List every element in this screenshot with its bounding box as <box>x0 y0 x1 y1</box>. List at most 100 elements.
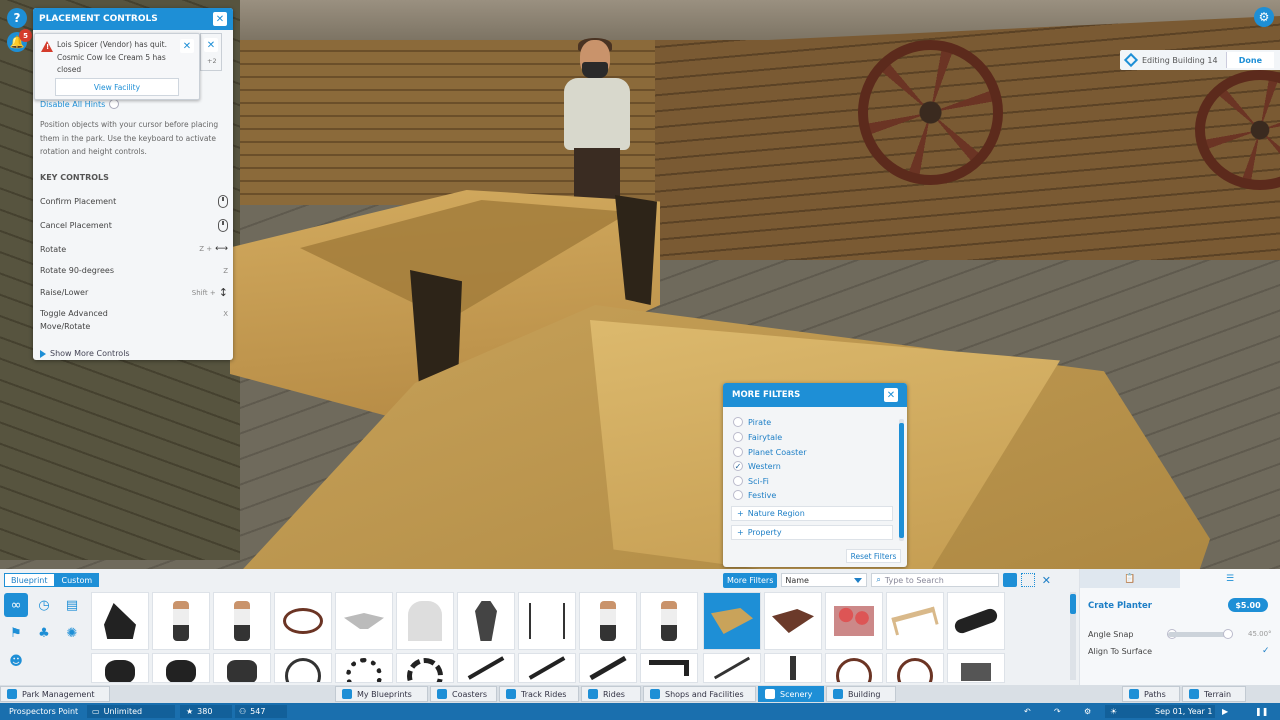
scenery-item[interactable] <box>886 592 944 650</box>
scenery-item[interactable] <box>457 592 515 650</box>
pause-button[interactable]: ❚❚ <box>1255 703 1268 720</box>
filter-option[interactable]: ✓ Western <box>733 461 781 471</box>
filter-option[interactable]: Planet Coaster <box>733 447 807 457</box>
scenery-item[interactable] <box>152 653 210 683</box>
control-label: Confirm Placement <box>40 197 117 206</box>
filter-option[interactable]: Pirate <box>733 417 771 427</box>
scenery-item[interactable] <box>91 592 149 650</box>
scenery-item[interactable] <box>518 653 576 683</box>
close-filters-button[interactable]: ✕ <box>884 388 898 402</box>
nav-terrain[interactable]: Terrain <box>1182 686 1246 702</box>
large-grid-icon[interactable] <box>1003 573 1018 587</box>
filter-checkbox[interactable] <box>733 476 743 486</box>
scenery-item[interactable] <box>457 653 515 683</box>
close-all-notifications-button[interactable]: ✕ <box>204 38 218 52</box>
nav-coasters[interactable]: Coasters <box>430 686 497 702</box>
nav-building[interactable]: Building <box>826 686 896 702</box>
nav-my-blueprints[interactable]: My Blueprints <box>335 686 428 702</box>
nav-rides[interactable]: Rides <box>581 686 641 702</box>
filter-option[interactable]: Fairytale <box>733 432 782 442</box>
angle-snap-slider[interactable] <box>1168 632 1230 637</box>
scenery-item[interactable] <box>396 592 454 650</box>
category-people[interactable]: ☻ <box>4 649 28 673</box>
small-grid-icon[interactable] <box>1021 573 1036 587</box>
park-management-button[interactable]: Park Management <box>0 686 110 702</box>
scenery-item[interactable] <box>213 592 271 650</box>
category-trees[interactable]: ♣ <box>32 621 56 645</box>
redo-button[interactable]: ↷ <box>1054 703 1061 720</box>
nav-shops-facilities[interactable]: Shops and Facilities <box>643 686 756 702</box>
search-input[interactable]: ⌕ Type to Search <box>871 573 1000 587</box>
camera-button[interactable]: ⚙ <box>1084 703 1091 720</box>
filter-group-nature-region[interactable]: + Nature Region <box>731 506 893 521</box>
help-button[interactable]: ? <box>7 8 27 28</box>
category-buildings[interactable]: ▤ <box>60 593 84 617</box>
filter-checkbox[interactable] <box>733 490 743 500</box>
undo-button[interactable]: ↶ <box>1024 703 1031 720</box>
scenery-item[interactable] <box>947 592 1005 650</box>
category-recent[interactable]: ◷ <box>32 593 56 617</box>
filter-checkbox-checked[interactable]: ✓ <box>733 461 743 471</box>
show-more-controls[interactable]: Show More Controls <box>40 349 130 358</box>
scenery-item[interactable] <box>640 653 698 683</box>
reset-filters-button[interactable]: Reset Filters <box>846 549 901 563</box>
settings-button[interactable]: ⚙ <box>1254 7 1274 27</box>
category-signs[interactable]: ⚑ <box>4 621 28 645</box>
park-rating[interactable]: ★ 380 <box>186 703 212 720</box>
disable-hints-row[interactable]: Disable All Hints <box>40 99 120 109</box>
close-placement-button[interactable]: ✕ <box>213 12 227 26</box>
scenery-item[interactable] <box>213 653 271 683</box>
scenery-item[interactable] <box>579 592 637 650</box>
align-surface-checkbox[interactable]: ✓ <box>1262 646 1272 656</box>
filter-checkbox[interactable] <box>733 447 743 457</box>
scenery-item[interactable] <box>886 653 944 683</box>
list-icon: ☰ <box>1225 573 1235 584</box>
filters-scrollbar[interactable] <box>899 419 904 541</box>
scenery-item[interactable] <box>335 653 393 683</box>
scenery-item[interactable] <box>764 653 822 683</box>
nav-track-rides[interactable]: Track Rides <box>499 686 579 702</box>
browser-scrollbar[interactable] <box>1070 592 1076 680</box>
scenery-item[interactable] <box>335 592 393 650</box>
filter-checkbox[interactable] <box>733 432 743 442</box>
tab-item-list[interactable]: ☰ <box>1180 569 1280 588</box>
park-name[interactable]: Prospectors Point <box>9 703 78 720</box>
scenery-item-selected-crate-planter[interactable] <box>703 592 761 650</box>
category-all[interactable]: ∞ <box>4 593 28 617</box>
scenery-item[interactable] <box>825 653 883 683</box>
tab-custom[interactable]: Custom <box>54 573 100 587</box>
angle-slider-knob[interactable] <box>1223 629 1233 639</box>
filter-checkbox[interactable] <box>733 417 743 427</box>
filter-option[interactable]: Festive <box>733 490 776 500</box>
scenery-item[interactable] <box>274 592 332 650</box>
filter-group-property[interactable]: + Property <box>731 525 893 540</box>
scenery-item[interactable] <box>274 653 332 683</box>
dismiss-notification-button[interactable]: ✕ <box>180 39 194 53</box>
scenery-item[interactable] <box>579 653 637 683</box>
control-label: Rotate <box>40 244 67 254</box>
more-filters-button[interactable]: More Filters <box>723 572 778 588</box>
scenery-item[interactable] <box>825 592 883 650</box>
tab-blueprint[interactable]: Blueprint <box>4 573 55 587</box>
tab-item-info[interactable]: 📋 <box>1080 569 1180 588</box>
scenery-item[interactable] <box>518 592 576 650</box>
scenery-item[interactable] <box>703 653 761 683</box>
scenery-item[interactable] <box>947 653 1005 683</box>
scenery-item[interactable] <box>396 653 454 683</box>
guest-count[interactable]: ⚇ 547 <box>239 703 265 720</box>
nav-scenery[interactable]: Scenery <box>758 686 824 702</box>
sort-dropdown[interactable]: Name <box>781 573 868 587</box>
close-browser-button[interactable]: ✕ <box>1039 573 1053 587</box>
scenery-item[interactable] <box>764 592 822 650</box>
done-button[interactable]: Done <box>1225 52 1274 68</box>
filter-option[interactable]: Sci-Fi <box>733 476 769 486</box>
play-speed-button[interactable]: ▶ <box>1222 703 1228 720</box>
view-facility-button[interactable]: View Facility <box>55 78 179 96</box>
disable-hints-checkbox[interactable] <box>109 99 120 109</box>
scenery-item[interactable] <box>640 592 698 650</box>
money-display[interactable]: ▭ Unlimited <box>92 703 142 720</box>
scenery-item[interactable] <box>152 592 210 650</box>
nav-paths[interactable]: Paths <box>1122 686 1180 702</box>
category-effects[interactable]: ✺ <box>60 621 84 645</box>
scenery-item[interactable] <box>91 653 149 683</box>
